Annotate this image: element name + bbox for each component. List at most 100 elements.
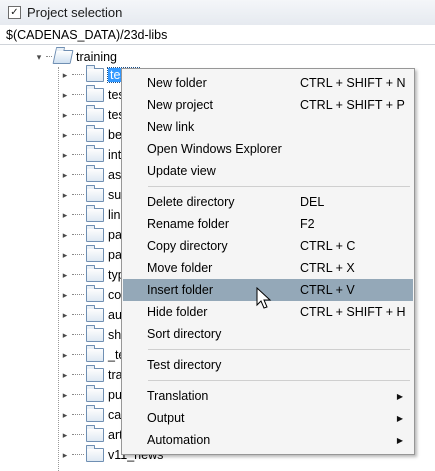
- menu-item-label: New link: [147, 120, 195, 134]
- tree-connector: [72, 374, 84, 376]
- folder-icon: [86, 85, 104, 102]
- expand-arrow-icon[interactable]: ▸: [60, 430, 70, 441]
- menu-item-output[interactable]: Output ▶: [123, 407, 413, 429]
- expand-arrow-icon[interactable]: ▸: [60, 170, 70, 181]
- menu-item-automation[interactable]: Automation ▶: [123, 429, 413, 451]
- tree-connector: [72, 454, 84, 456]
- menu-item-label: Copy directory: [147, 239, 228, 253]
- menu-item-label: Open Windows Explorer: [147, 142, 282, 156]
- tree-connector: [72, 254, 84, 256]
- tree-guide-line: [58, 67, 59, 471]
- folder-icon: [86, 245, 104, 262]
- menu-item-translation[interactable]: Translation ▶: [123, 385, 413, 407]
- menu-item-open-windows-explorer[interactable]: Open Windows Explorer: [123, 138, 413, 160]
- folder-icon: [86, 425, 104, 442]
- tree-connector: [46, 56, 52, 58]
- menu-item-update-view[interactable]: Update view: [123, 160, 413, 182]
- expand-arrow-icon[interactable]: ▸: [60, 410, 70, 421]
- menu-item-move-folder[interactable]: Move folder CTRL + X: [123, 257, 413, 279]
- menu-item-rename-folder[interactable]: Rename folder F2: [123, 213, 413, 235]
- folder-icon: [86, 405, 104, 422]
- expand-arrow-icon[interactable]: ▸: [60, 390, 70, 401]
- menu-item-label: Update view: [147, 164, 216, 178]
- tree-connector: [72, 314, 84, 316]
- menu-item-sort-directory[interactable]: Sort directory: [123, 323, 413, 345]
- folder-icon: [86, 125, 104, 142]
- mouse-pointer-icon: [256, 287, 272, 309]
- menu-item-new-folder[interactable]: New folder CTRL + SHIFT + N: [123, 72, 413, 94]
- expand-arrow-icon[interactable]: ▸: [60, 250, 70, 261]
- folder-icon: [86, 185, 104, 202]
- tree-connector: [72, 234, 84, 236]
- panel-toggle-checkbox[interactable]: ✓: [8, 6, 21, 19]
- menu-item-delete-directory[interactable]: Delete directory DEL: [123, 191, 413, 213]
- expand-arrow-icon[interactable]: ▸: [60, 350, 70, 361]
- menu-item-label: Sort directory: [147, 327, 222, 341]
- tree-connector: [72, 174, 84, 176]
- expand-arrow-icon[interactable]: ▸: [60, 70, 70, 81]
- menu-item-new-link[interactable]: New link: [123, 116, 413, 138]
- tree-connector: [72, 74, 84, 76]
- tree-connector: [72, 274, 84, 276]
- menu-item-label: Move folder: [147, 261, 213, 275]
- menu-item-label: New project: [147, 98, 213, 112]
- tree-connector: [72, 214, 84, 216]
- expand-arrow-icon[interactable]: ▸: [60, 230, 70, 241]
- tree-node[interactable]: ▸ art: [60, 425, 123, 445]
- tree-node-root[interactable]: ▾ training: [34, 47, 117, 67]
- expand-arrow-icon[interactable]: ▸: [60, 130, 70, 141]
- expand-arrow-icon[interactable]: ▸: [60, 150, 70, 161]
- tree-connector: [72, 414, 84, 416]
- submenu-arrow-icon: ▶: [396, 391, 403, 401]
- menu-item-shortcut: CTRL + SHIFT + N: [300, 76, 406, 90]
- expand-arrow-icon[interactable]: ▸: [60, 90, 70, 101]
- expand-arrow-icon[interactable]: ▸: [60, 190, 70, 201]
- path-text: $(CADENAS_DATA)/23d-libs: [6, 27, 168, 42]
- menu-item-label: Test directory: [147, 358, 222, 372]
- panel-titlebar: ✓ Project selection: [0, 0, 435, 26]
- tree-connector: [72, 194, 84, 196]
- menu-item-new-project[interactable]: New project CTRL + SHIFT + P: [123, 94, 413, 116]
- expand-arrow-icon[interactable]: ▸: [60, 330, 70, 341]
- menu-item-label: Delete directory: [147, 195, 235, 209]
- menu-item-shortcut: CTRL + SHIFT + P: [300, 98, 405, 112]
- folder-icon: [86, 65, 104, 82]
- menu-item-label: Hide folder: [147, 305, 208, 319]
- expand-arrow-icon[interactable]: ▸: [60, 210, 70, 221]
- menu-item-label: New folder: [147, 76, 207, 90]
- expand-arrow-icon[interactable]: ▸: [60, 370, 70, 381]
- menu-item-label: Insert folder: [147, 283, 214, 297]
- submenu-arrow-icon: ▶: [396, 435, 403, 445]
- menu-item-test-directory[interactable]: Test directory: [123, 354, 413, 376]
- menu-item-shortcut: CTRL + C: [300, 239, 356, 253]
- menu-item-label: Rename folder: [147, 217, 229, 231]
- menu-item-shortcut: F2: [300, 217, 315, 231]
- menu-item-copy-directory[interactable]: Copy directory CTRL + C: [123, 235, 413, 257]
- expand-arrow-icon[interactable]: ▸: [60, 310, 70, 321]
- folder-icon: [86, 265, 104, 282]
- menu-separator: [148, 380, 410, 381]
- folder-icon: [86, 225, 104, 242]
- tree-connector: [72, 114, 84, 116]
- tree-connector: [72, 294, 84, 296]
- tree-connector: [72, 94, 84, 96]
- expand-arrow-icon[interactable]: ▸: [60, 450, 70, 461]
- folder-icon: [86, 145, 104, 162]
- open-folder-icon: [52, 50, 74, 64]
- collapse-arrow-icon[interactable]: ▾: [34, 52, 44, 63]
- folder-icon: [86, 345, 104, 362]
- folder-icon: [86, 165, 104, 182]
- path-field[interactable]: $(CADENAS_DATA)/23d-libs: [0, 25, 435, 45]
- menu-item-label: Translation: [147, 389, 209, 403]
- menu-separator: [148, 186, 410, 187]
- menu-separator: [148, 349, 410, 350]
- tree-node-label: training: [76, 50, 117, 64]
- expand-arrow-icon[interactable]: ▸: [60, 110, 70, 121]
- expand-arrow-icon[interactable]: ▸: [60, 270, 70, 281]
- folder-icon: [86, 445, 104, 462]
- folder-icon: [86, 325, 104, 342]
- context-menu: New folder CTRL + SHIFT + N New project CT…: [121, 68, 415, 455]
- menu-item-shortcut: CTRL + X: [300, 261, 355, 275]
- tree-connector: [72, 334, 84, 336]
- expand-arrow-icon[interactable]: ▸: [60, 290, 70, 301]
